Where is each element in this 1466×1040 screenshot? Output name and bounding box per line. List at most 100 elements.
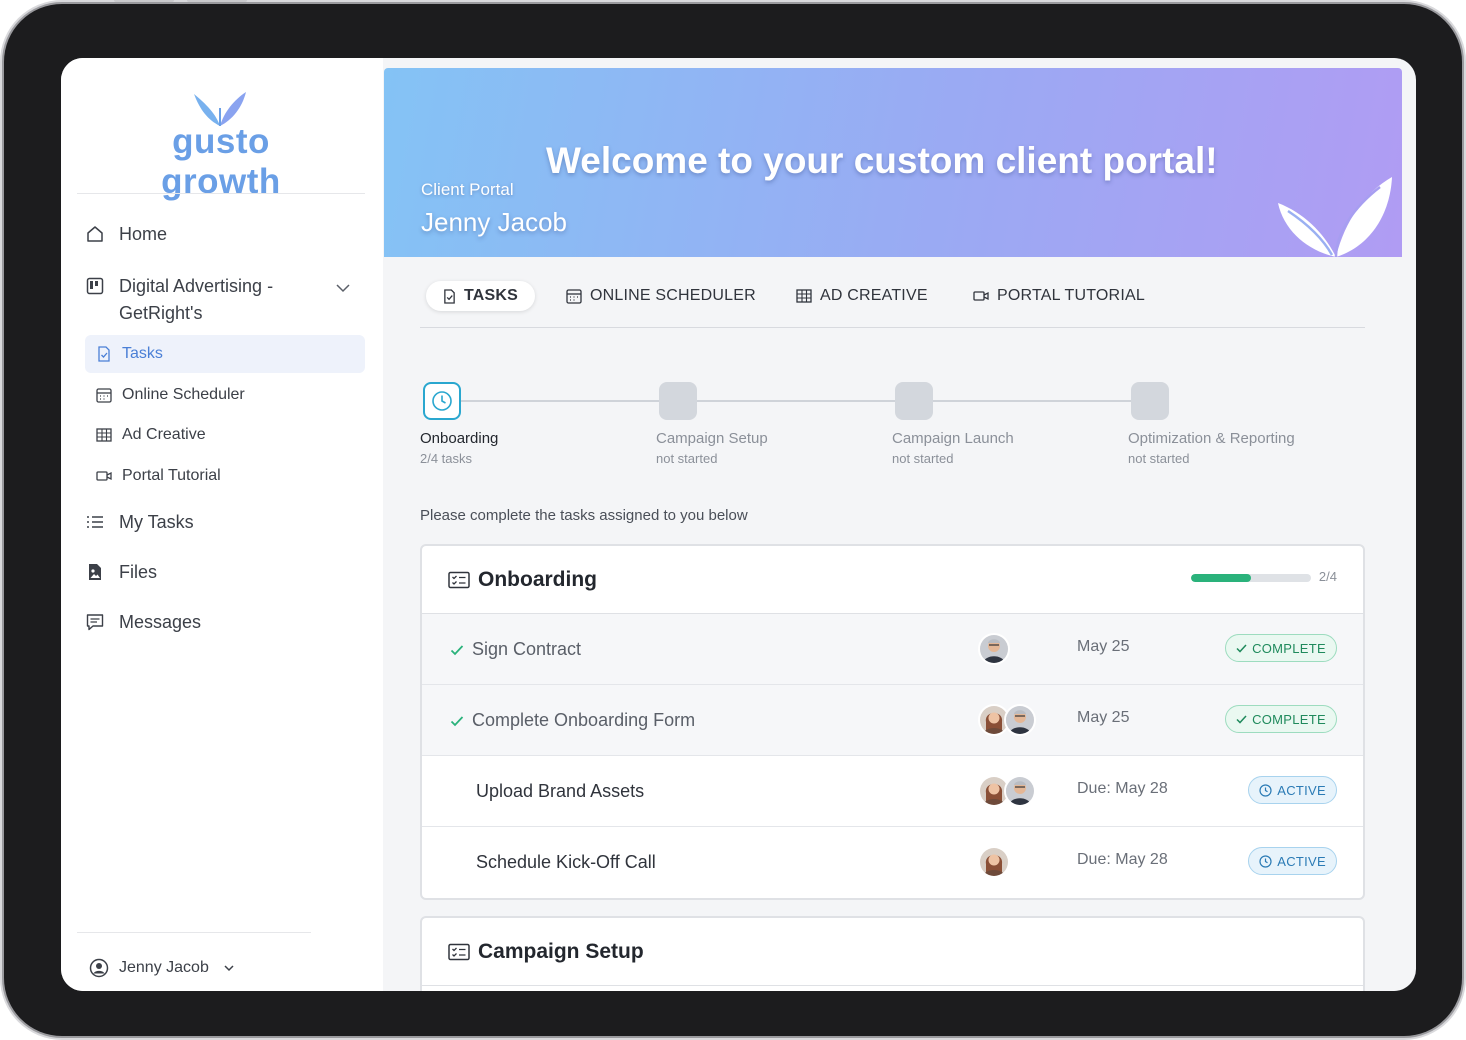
checklist-card-icon <box>448 943 470 961</box>
tab-portal-tutorial[interactable]: PORTAL TUTORIAL <box>973 281 1145 311</box>
chevron-down-icon[interactable] <box>335 277 351 304</box>
sidebar: gusto growth Home Digital Advertising - … <box>61 58 383 991</box>
banner-title: Welcome to your custom client portal! <box>546 140 1218 181</box>
sidebar-item-label: Home <box>119 224 168 244</box>
table-icon <box>95 426 113 444</box>
status-badge-label: COMPLETE <box>1252 640 1326 656</box>
tab-ad-creative[interactable]: AD CREATIVE <box>796 281 928 311</box>
task-date: May 25 <box>1077 638 1130 655</box>
task-row[interactable]: Schedule Kick-Off Call Due: May 28 ACTIV… <box>422 827 1363 898</box>
tab-online-scheduler[interactable]: ONLINE SCHEDULER <box>566 281 756 311</box>
task-name: Schedule Kick-Off Call <box>476 852 656 872</box>
stage-name: Optimization & Reporting <box>1128 430 1295 447</box>
section-title: Campaign Setup <box>448 940 644 964</box>
calendar-icon <box>566 288 582 304</box>
task-doc-icon <box>95 345 113 363</box>
woman-avatar[interactable] <box>978 846 1010 878</box>
sidebar-item-my-tasks[interactable]: My Tasks <box>85 512 365 533</box>
tab-label: AD CREATIVE <box>820 287 928 304</box>
tab-label: TASKS <box>464 287 519 304</box>
tab-label: PORTAL TUTORIAL <box>997 287 1145 304</box>
clock-icon <box>1259 854 1272 868</box>
welcome-banner: Welcome to your custom client portal! Cl… <box>384 68 1402 257</box>
home-icon <box>85 224 105 244</box>
board-icon <box>85 276 105 296</box>
stage-status: not started <box>892 451 954 466</box>
status-badge: COMPLETE <box>1225 705 1337 733</box>
sidebar-subitem-label: Tasks <box>122 345 163 362</box>
user-name: Jenny Jacob <box>119 959 209 976</box>
sidebar-item-label: Digital Advertising - GetRight's <box>119 273 273 327</box>
sidebar-subitem-online-scheduler[interactable]: Online Scheduler <box>85 376 365 414</box>
calendar-icon <box>95 386 113 404</box>
sidebar-item-files[interactable]: Files <box>85 562 365 583</box>
check-icon <box>450 714 464 732</box>
sidebar-subitem-label: Online Scheduler <box>122 386 245 403</box>
file-image-icon <box>85 562 105 582</box>
status-badge-label: COMPLETE <box>1252 711 1326 727</box>
message-icon <box>85 612 105 632</box>
assignee-avatars <box>978 633 1010 665</box>
stage-name: Campaign Setup <box>656 430 768 447</box>
task-name: Upload Brand Assets <box>476 781 645 801</box>
man-avatar[interactable] <box>978 633 1010 665</box>
task-row[interactable]: Complete Onboarding Form May 25 COMPLETE <box>422 685 1363 756</box>
stepper-connector <box>460 400 660 402</box>
sidebar-item-digital-advertising[interactable]: Digital Advertising - GetRight's <box>85 273 365 327</box>
sidebar-subitem-tasks[interactable]: Tasks <box>85 335 365 373</box>
sidebar-subitem-label: Ad Creative <box>122 426 206 443</box>
task-date: May 25 <box>1077 709 1130 726</box>
campaign-setup-section-card: Campaign Setup <box>420 916 1365 991</box>
stepper-connector <box>932 400 1132 402</box>
check-icon <box>450 643 464 661</box>
sidebar-item-label-line2: GetRight's <box>119 303 203 323</box>
stepper-connector <box>696 400 896 402</box>
status-badge-label: ACTIVE <box>1277 782 1326 798</box>
brand-logo[interactable]: gusto growth <box>111 88 331 201</box>
section-header[interactable]: Campaign Setup <box>422 918 1363 986</box>
client-name: Jenny Jacob <box>421 207 567 237</box>
sidebar-item-label: Files <box>119 562 158 582</box>
assignee-avatars <box>978 704 1036 736</box>
tab-label: ONLINE SCHEDULER <box>590 287 756 304</box>
sidebar-item-messages[interactable]: Messages <box>85 612 365 633</box>
sidebar-divider <box>77 193 365 194</box>
check-icon <box>1236 714 1247 724</box>
sidebar-subitem-ad-creative[interactable]: Ad Creative <box>85 416 365 454</box>
sidebar-subitem-portal-tutorial[interactable]: Portal Tutorial <box>85 457 365 495</box>
logo-wordmark: gusto growth <box>161 122 281 201</box>
chevron-down-icon <box>223 962 235 974</box>
section-header[interactable]: Onboarding 2/4 <box>422 546 1363 614</box>
clock-icon <box>1259 783 1272 797</box>
sidebar-footer-divider <box>77 932 311 933</box>
device-top-button-1 <box>114 0 174 2</box>
section-title: Onboarding <box>448 568 597 592</box>
stage-optimization-marker[interactable] <box>1131 382 1169 420</box>
man-avatar[interactable] <box>1004 775 1036 807</box>
sidebar-subitem-label: Portal Tutorial <box>122 467 221 484</box>
sidebar-item-home[interactable]: Home <box>85 224 365 245</box>
stage-campaign-setup-marker[interactable] <box>659 382 697 420</box>
man-avatar[interactable] <box>1004 704 1036 736</box>
stage-stepper: Onboarding 2/4 tasks Campaign Setup not … <box>420 380 1365 480</box>
task-row[interactable]: Upload Brand Assets Due: May 28 ACTIVE <box>422 756 1363 827</box>
section-title-text: Onboarding <box>478 568 597 591</box>
clock-icon <box>432 391 452 411</box>
onboarding-section-card: Onboarding 2/4 Sign Contract May 25 COMP… <box>420 544 1365 900</box>
section-progress-bar <box>1191 574 1311 582</box>
table-icon <box>796 288 812 304</box>
tab-tasks[interactable]: TASKS <box>426 281 536 311</box>
task-row[interactable]: Sign Contract May 25 COMPLETE <box>422 614 1363 685</box>
task-date: Due: May 28 <box>1077 851 1168 868</box>
sidebar-item-label: My Tasks <box>119 512 194 532</box>
section-title-text: Campaign Setup <box>478 940 644 963</box>
status-badge-label: ACTIVE <box>1277 853 1326 869</box>
user-menu[interactable]: Jenny Jacob <box>89 958 235 978</box>
stage-campaign-launch-marker[interactable] <box>895 382 933 420</box>
video-icon <box>973 290 989 302</box>
screen: gusto growth Home Digital Advertising - … <box>61 58 1416 991</box>
tablet-frame: gusto growth Home Digital Advertising - … <box>4 0 1462 1036</box>
stage-onboarding-marker[interactable] <box>423 382 461 420</box>
stage-name: Onboarding <box>420 430 499 447</box>
task-name: Complete Onboarding Form <box>472 710 696 730</box>
